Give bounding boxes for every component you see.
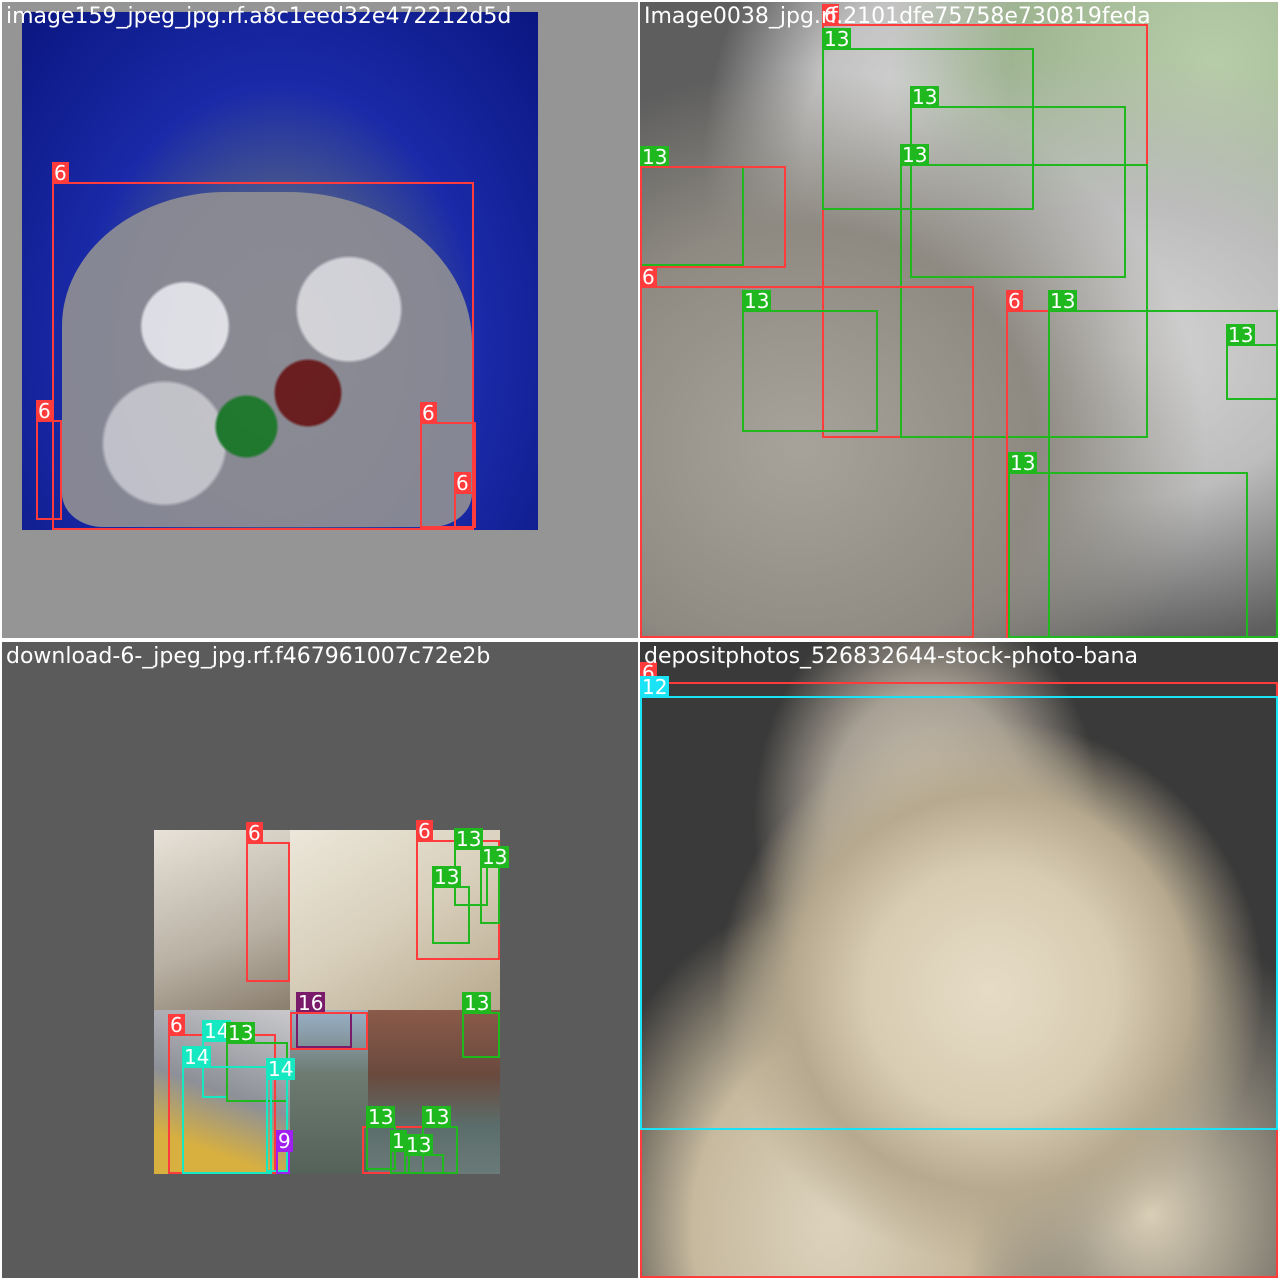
bbox-label: 6 <box>246 821 263 845</box>
bbox-label: 13 <box>640 145 670 169</box>
tile-filename: image159_jpeg_jpg.rf.a8c1eed32e472212d5d <box>6 4 512 29</box>
bbox-label: 13 <box>910 85 940 109</box>
bbox-label: 6 <box>168 1013 185 1037</box>
bbox-label: 9 <box>276 1129 293 1153</box>
tile-filename: Image0038_jpg.rf.2101dfe75758e730819feda <box>644 4 1151 29</box>
bbox-class-6: 6 <box>36 400 62 520</box>
bbox-label: 13 <box>742 289 772 313</box>
bbox-class-6: 6 <box>454 472 476 528</box>
bbox-label: 6 <box>420 401 437 425</box>
bbox-class-13: 13 <box>404 1134 444 1174</box>
mosaic-tile-2: Image0038_jpg.rf.2101dfe75758e730819feda… <box>640 2 1278 638</box>
bbox-label: 13 <box>822 27 852 51</box>
bbox-label: 6 <box>36 399 53 423</box>
bbox-label: 13 <box>1226 323 1256 347</box>
bbox-label: 13 <box>404 1133 434 1157</box>
bbox-label: 16 <box>296 991 326 1015</box>
bbox-class-9: 9 <box>276 1130 293 1174</box>
bbox-label: 13 <box>226 1021 256 1045</box>
bbox-class-14: 14 <box>182 1046 272 1174</box>
bbox-label: 13 <box>900 143 930 167</box>
tile-filename: download-6-_jpeg_jpg.rf.f467961007c72e2b <box>6 644 491 669</box>
bbox-class-13: 13 <box>480 846 510 924</box>
bbox-class-12: 12 <box>640 676 1278 1130</box>
bbox-class-13: 13 <box>462 992 500 1058</box>
bbox-class-13: 13 <box>742 290 878 432</box>
bbox-label: 6 <box>1006 289 1023 313</box>
mosaic-tile-3: download-6-_jpeg_jpg.rf.f467961007c72e2b… <box>2 642 638 1278</box>
bbox-label: 13 <box>366 1105 396 1129</box>
bbox-label: 13 <box>480 845 510 869</box>
bbox-label: 6 <box>52 161 69 185</box>
bbox-class-6: 6 <box>246 822 290 982</box>
bbox-label: 13 <box>462 991 492 1015</box>
bbox-label: 6 <box>454 471 471 495</box>
tile-filename: depositphotos_526832644-stock-photo-bana <box>644 644 1138 669</box>
bbox-class-6 <box>640 166 786 268</box>
mosaic-tile-1: image159_jpeg_jpg.rf.a8c1eed32e472212d5d… <box>2 2 638 638</box>
bbox-label: 13 <box>1008 451 1038 475</box>
bbox-class-13: 13 <box>1226 324 1278 400</box>
mosaic-tile-4: depositphotos_526832644-stock-photo-bana… <box>640 642 1278 1278</box>
bbox-label: 13 <box>1048 289 1078 313</box>
bbox-label: 6 <box>416 819 433 843</box>
bbox-class-13: 13 <box>432 866 470 944</box>
bbox-label: 13 <box>422 1105 452 1129</box>
bbox-label: 13 <box>432 865 462 889</box>
bbox-class-13: 13 <box>1008 452 1248 638</box>
bbox-label: 14 <box>182 1045 212 1069</box>
bbox-class-6 <box>290 1012 368 1050</box>
bbox-class-6: 6 <box>52 162 474 530</box>
bbox-label: 6 <box>640 265 657 289</box>
bbox-label: 12 <box>640 675 670 699</box>
bbox-label: 14 <box>266 1057 296 1081</box>
